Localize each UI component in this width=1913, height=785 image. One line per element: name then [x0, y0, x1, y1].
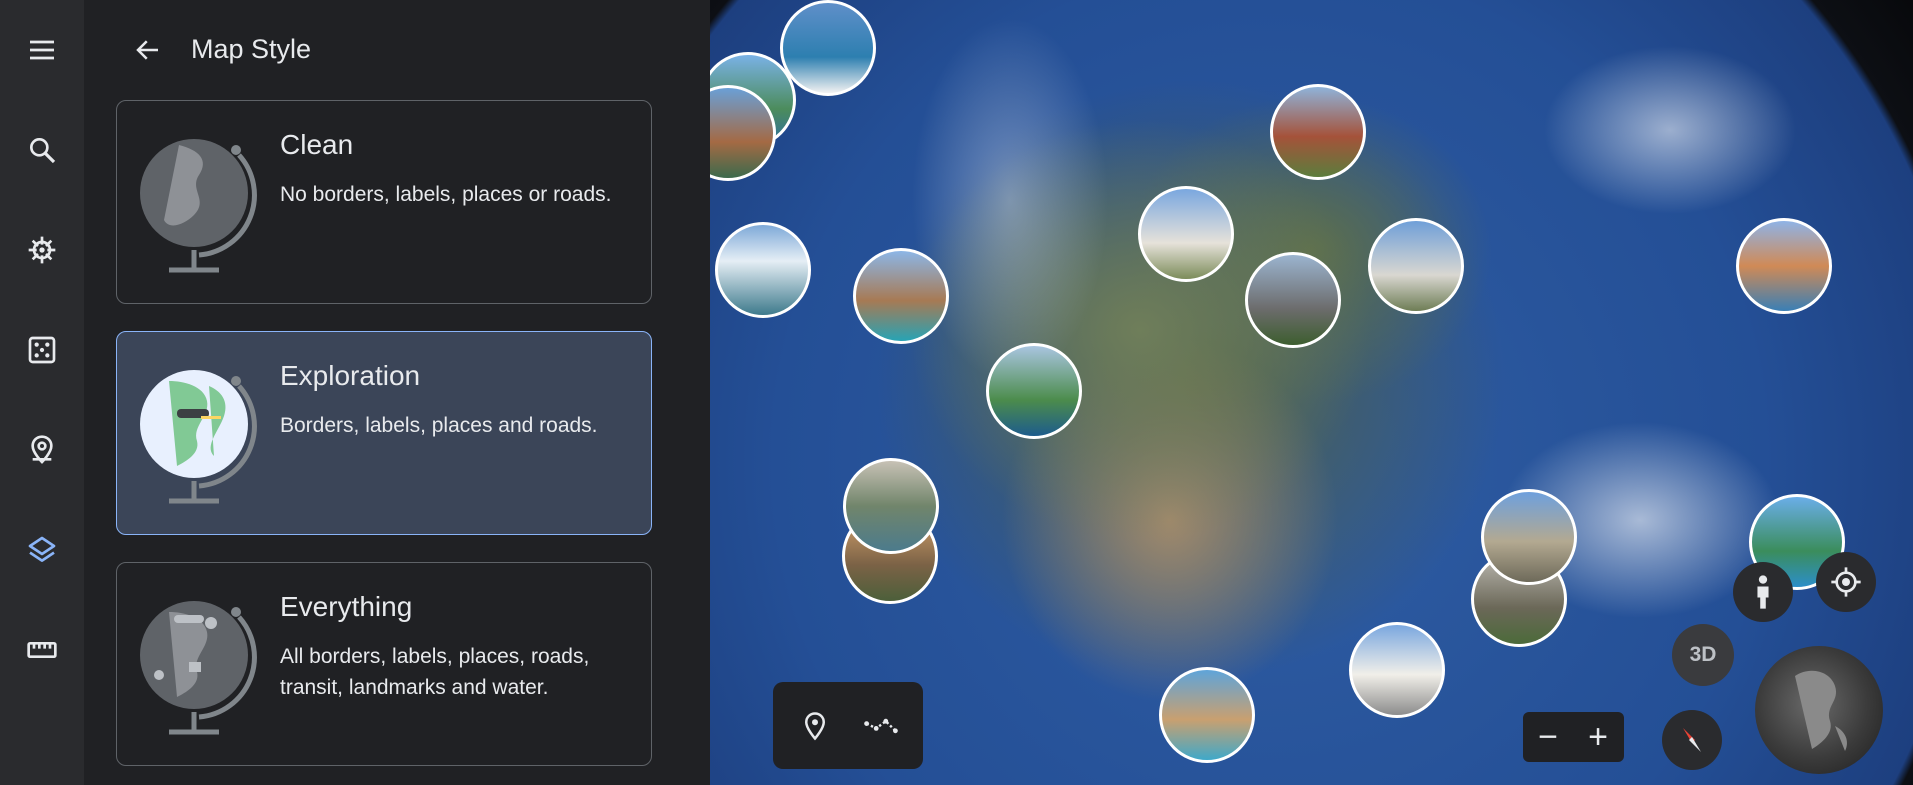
back-button[interactable] — [126, 28, 170, 72]
measure-button[interactable] — [16, 624, 68, 676]
map-style-button[interactable] — [16, 524, 68, 576]
globe-map-view[interactable]: − + 3D — [710, 0, 1913, 785]
style-title: Everything — [280, 591, 413, 622]
style-card-exploration[interactable]: Exploration Borders, labels, places and … — [116, 331, 652, 535]
compass-icon — [1683, 728, 1701, 752]
style-card-everything[interactable]: Everything All borders, labels, places, … — [116, 562, 652, 766]
view-3d-button[interactable]: 3D — [1672, 624, 1734, 686]
zoom-in-button[interactable]: + — [1573, 712, 1623, 762]
compass-button[interactable] — [1662, 710, 1722, 770]
dice-icon — [28, 336, 56, 364]
exploration-globe-icon — [140, 370, 257, 504]
mini-globe-icon — [1795, 670, 1847, 751]
poi-photo[interactable] — [1481, 489, 1577, 585]
poi-photo[interactable] — [1138, 186, 1234, 282]
page-title: Map Style — [191, 34, 312, 64]
projects-button[interactable] — [16, 424, 68, 476]
style-description: All borders, labels, places, roads, tran… — [280, 645, 590, 699]
my-location-button[interactable] — [1816, 552, 1876, 612]
everything-globe-icon — [140, 601, 257, 735]
style-title: Clean — [280, 129, 354, 160]
poi-photo[interactable] — [1349, 622, 1445, 718]
globe-overview-button[interactable] — [1755, 646, 1883, 774]
line-path-icon — [864, 718, 898, 733]
poi-photo[interactable] — [853, 248, 949, 344]
zoom-out-label: − — [1538, 717, 1558, 756]
map-toolbar — [773, 682, 923, 769]
poi-photo[interactable] — [715, 222, 811, 318]
draw-line-button[interactable] — [859, 704, 903, 748]
menu-icon — [30, 40, 54, 60]
poi-photo[interactable] — [843, 458, 939, 554]
poi-photo[interactable] — [1270, 84, 1366, 180]
style-description: No borders, labels, places or roads. — [280, 183, 612, 206]
style-card-clean[interactable]: Clean No borders, labels, places or road… — [116, 100, 652, 304]
street-view-button[interactable] — [1733, 562, 1793, 622]
zoom-out-button[interactable]: − — [1523, 712, 1573, 762]
poi-photo[interactable] — [986, 343, 1082, 439]
pegman-icon — [1757, 575, 1769, 609]
style-title: Exploration — [280, 360, 421, 391]
panel-header: Map Style — [84, 0, 710, 100]
poi-photo[interactable] — [1736, 218, 1832, 314]
place-marker-icon — [804, 711, 826, 740]
style-description: Borders, labels, places and roads. — [280, 414, 598, 437]
location-pin-icon — [31, 435, 53, 464]
poi-photo[interactable] — [1245, 252, 1341, 348]
add-placemark-button[interactable] — [793, 704, 837, 748]
feeling-lucky-button[interactable] — [16, 324, 68, 376]
view-3d-label: 3D — [1689, 643, 1717, 666]
poi-photo[interactable] — [780, 0, 876, 96]
my-location-icon — [1831, 567, 1861, 597]
ruler-icon — [27, 642, 57, 658]
clean-globe-icon — [140, 139, 257, 273]
menu-button[interactable] — [16, 24, 68, 76]
zoom-in-label: + — [1588, 717, 1608, 756]
search-icon — [29, 138, 56, 164]
ship-wheel-icon — [28, 236, 56, 264]
navigation-rail — [0, 0, 84, 785]
arrow-back-icon — [136, 40, 158, 60]
poi-photo[interactable] — [1368, 218, 1464, 314]
layers-icon — [28, 536, 56, 562]
poi-photo[interactable] — [1159, 667, 1255, 763]
zoom-controls: − + — [1523, 712, 1624, 762]
voyager-button[interactable] — [16, 224, 68, 276]
map-style-panel: Map Style Clean No borders, labels, plac… — [84, 0, 786, 785]
search-button[interactable] — [16, 124, 68, 176]
